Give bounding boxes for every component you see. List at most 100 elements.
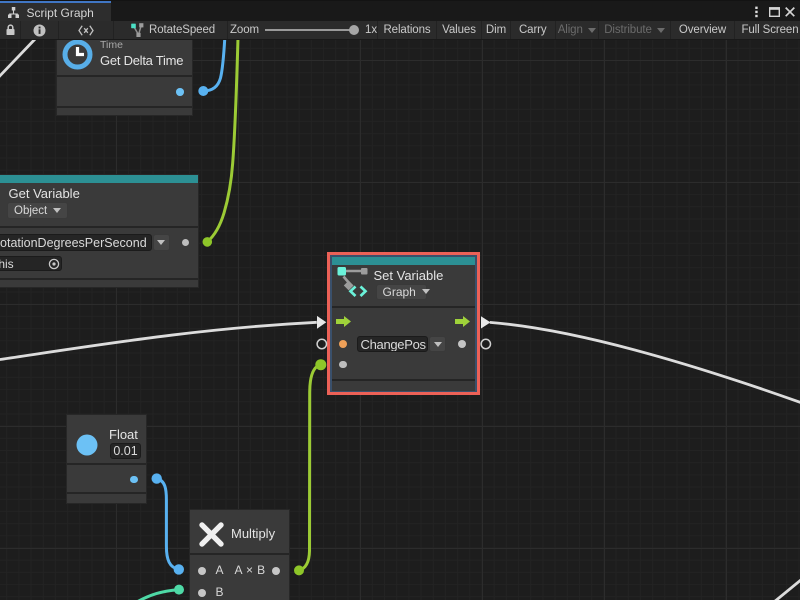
flow-input-port[interactable] [336, 316, 351, 327]
info-button[interactable] [21, 21, 59, 39]
toolbar-button-label: Full Screen [741, 24, 798, 36]
zoom-knob[interactable] [349, 25, 359, 35]
node-divider [332, 379, 476, 381]
node-divider [57, 75, 192, 77]
node-divider [190, 553, 289, 555]
node-multiply[interactable]: Multiply A A × B B [189, 509, 290, 600]
toolbar-button-label: Relations [383, 24, 430, 36]
window-tab-bar: Script Graph [0, 0, 800, 21]
variable-kind-label: Graph [383, 285, 416, 299]
node-divider [57, 106, 192, 108]
variable-name-dropdown-button[interactable] [429, 336, 446, 352]
input-port-name[interactable] [339, 340, 347, 348]
output-port-value[interactable] [182, 239, 190, 247]
node-get-delta-time[interactable]: Time Get Delta Time [56, 30, 193, 116]
field-value: This [0, 257, 14, 271]
toolbar-button-carry[interactable]: Carry [511, 21, 556, 39]
flow-output-port[interactable] [455, 316, 470, 327]
input-port-a[interactable] [198, 567, 206, 575]
toolbar-button-label: Distribute [604, 24, 652, 36]
node-divider [0, 278, 198, 280]
graph-toolbar: RotateSpeed Zoom 1x Relations Values Dim Ca… [0, 21, 800, 40]
multiply-icon [199, 522, 224, 547]
variable-name-field[interactable]: RotationDegreesPerSecond [0, 234, 152, 251]
port-label-a: A [216, 563, 224, 577]
node-divider [332, 306, 476, 308]
node-subtitle: Time [100, 39, 123, 51]
graph-variable-icon [336, 266, 371, 298]
toolbar-button-relations[interactable]: Relations [378, 21, 437, 39]
node-title: Get Variable [9, 186, 80, 201]
tab-script-graph[interactable]: Script Graph [0, 1, 111, 22]
graph-hierarchy-icon [8, 7, 19, 18]
script-graph-window: Time Get Delta Time Get Variable Object … [0, 0, 800, 600]
field-value: 0.01 [113, 444, 137, 458]
chevron-down-icon [157, 240, 165, 245]
input-port-value[interactable] [339, 361, 347, 369]
object-picker-icon[interactable] [48, 258, 60, 270]
toolbar-button-label: Values [442, 24, 476, 36]
toolbar-button-label: Overview [679, 24, 726, 36]
node-set-variable[interactable]: Set Variable Graph ChangePos [332, 257, 476, 391]
node-divider [67, 463, 146, 465]
port-label-axb: A × B [235, 563, 266, 577]
graph-breadcrumb[interactable]: RotateSpeed [114, 21, 228, 39]
node-title: Get Delta Time [100, 53, 183, 68]
lock-button[interactable] [0, 21, 21, 39]
output-port-value[interactable] [458, 340, 466, 348]
toolbar-button-group: Relations Values Dim Carry Align Distribute Ov… [378, 21, 800, 39]
float-icon [76, 434, 98, 456]
script-graph-asset-icon [131, 23, 144, 38]
variable-kind-dropdown[interactable]: Object [7, 202, 68, 219]
lock-icon [5, 24, 16, 36]
chevron-down-icon [53, 208, 61, 213]
toolbar-button-values[interactable]: Values [437, 21, 482, 39]
toolbar-button-label: Align [558, 24, 583, 36]
node-float[interactable]: Float 0.01 [66, 414, 147, 504]
field-value: RotationDegreesPerSecond [0, 236, 147, 250]
output-port-delta-time[interactable] [176, 88, 184, 96]
chevron-down-icon [657, 28, 665, 33]
clock-icon [62, 39, 93, 70]
output-port-float[interactable] [130, 476, 138, 484]
toolbar-button-align[interactable]: Align [556, 21, 600, 39]
zoom-slider[interactable] [265, 29, 355, 31]
node-divider [67, 492, 146, 494]
output-port-axb[interactable] [272, 567, 280, 575]
zoom-control: Zoom 1x [228, 21, 378, 39]
variable-name-dropdown-button[interactable] [153, 234, 170, 251]
tab-label: Script Graph [27, 6, 94, 20]
variable-node-header-strip [332, 257, 476, 265]
chevron-down-icon [434, 342, 442, 347]
graph-name: RotateSpeed [149, 24, 215, 36]
node-title: Set Variable [374, 268, 444, 283]
toolbar-button-distribute[interactable]: Distribute [599, 21, 671, 39]
info-icon [33, 24, 46, 37]
float-value-field[interactable]: 0.01 [110, 443, 141, 459]
kebab-menu-icon[interactable] [755, 1, 758, 22]
variable-kind-dropdown[interactable]: Graph [376, 284, 427, 300]
field-value: ChangePos [361, 337, 426, 352]
zoom-label: Zoom [230, 24, 259, 36]
toolbar-button-full-screen[interactable]: Full Screen [735, 21, 800, 39]
node-get-variable[interactable]: Get Variable Object RotationDegreesPerSe… [0, 174, 199, 288]
chevron-down-icon [422, 289, 430, 294]
toolbar-button-overview[interactable]: Overview [671, 21, 735, 39]
variable-node-header-strip [0, 175, 198, 183]
toolbar-button-label: Carry [519, 24, 547, 36]
zoom-value: 1x [365, 24, 377, 36]
node-title: Float [109, 427, 138, 442]
close-icon[interactable] [785, 1, 795, 22]
node-divider [0, 226, 198, 228]
port-label-b: B [216, 585, 224, 599]
toolbar-button-label: Dim [486, 24, 506, 36]
variable-name-field[interactable]: ChangePos [357, 336, 428, 352]
toolbar-button-dim[interactable]: Dim [482, 21, 511, 39]
maximize-icon[interactable] [769, 1, 780, 22]
code-brackets-icon [78, 25, 94, 36]
chevron-down-icon [588, 28, 596, 33]
variable-kind-label: Object [14, 205, 47, 217]
node-title: Multiply [231, 526, 275, 541]
variables-button[interactable] [59, 21, 114, 39]
input-port-b[interactable] [198, 589, 206, 597]
